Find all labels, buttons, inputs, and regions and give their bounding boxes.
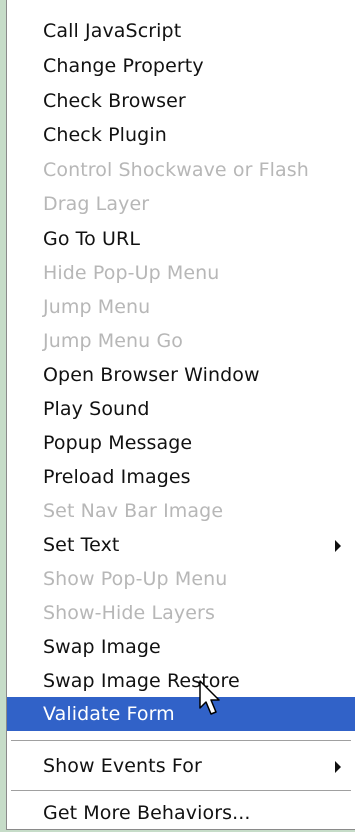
menu-item-jump-menu-go: Jump Menu Go <box>43 330 184 352</box>
menu-item-set-text-label: Set Text <box>43 534 120 556</box>
menu-item-jump-menu: Jump Menu <box>43 296 151 318</box>
menu-item-show-events-for[interactable]: Show Events For <box>7 749 355 783</box>
menu-item-hide-pop-up-menu: Hide Pop-Up Menu <box>43 262 220 284</box>
menu-item-show-hide-layers: Show-Hide Layers <box>43 602 215 624</box>
menu-item-swap-image-restore[interactable]: Swap Image Restore <box>7 664 355 698</box>
desktop-background: Call JavaScript Change Property Check Br… <box>0 0 355 832</box>
menu-item-open-browser-window[interactable]: Open Browser Window <box>7 358 355 392</box>
menu-item-change-property[interactable]: Change Property <box>7 49 355 83</box>
menu-item-show-pop-up-menu: Show Pop-Up Menu <box>43 568 228 590</box>
submenu-arrow-icon <box>335 540 341 552</box>
menu-item-set-text[interactable]: Set Text <box>7 528 355 562</box>
submenu-arrow-icon <box>335 761 341 773</box>
menu-item-go-to-url[interactable]: Go To URL <box>7 222 355 256</box>
menu-item-check-plugin[interactable]: Check Plugin <box>7 118 355 152</box>
menu-item-get-more-behaviors[interactable]: Get More Behaviors... <box>7 796 355 830</box>
menu-item-show-events-for-label: Show Events For <box>43 755 202 777</box>
menu-separator <box>11 790 351 792</box>
menu-item-preload-images[interactable]: Preload Images <box>7 460 355 494</box>
behaviors-context-menu: Call JavaScript Change Property Check Br… <box>6 0 355 830</box>
menu-item-control-shockwave-or-flash: Control Shockwave or Flash <box>43 159 309 181</box>
menu-item-play-sound[interactable]: Play Sound <box>7 392 355 426</box>
mouse-pointer-icon <box>199 680 220 715</box>
menu-separator <box>11 740 351 742</box>
menu-item-validate-form[interactable]: Validate Form <box>7 697 355 731</box>
menu-item-set-nav-bar-image: Set Nav Bar Image <box>43 500 224 522</box>
menu-item-check-browser[interactable]: Check Browser <box>7 84 355 118</box>
menu-item-popup-message[interactable]: Popup Message <box>7 426 355 460</box>
menu-item-swap-image[interactable]: Swap Image <box>7 630 355 664</box>
menu-item-drag-layer: Drag Layer <box>43 193 150 215</box>
menu-item-call-javascript[interactable]: Call JavaScript <box>7 14 355 48</box>
